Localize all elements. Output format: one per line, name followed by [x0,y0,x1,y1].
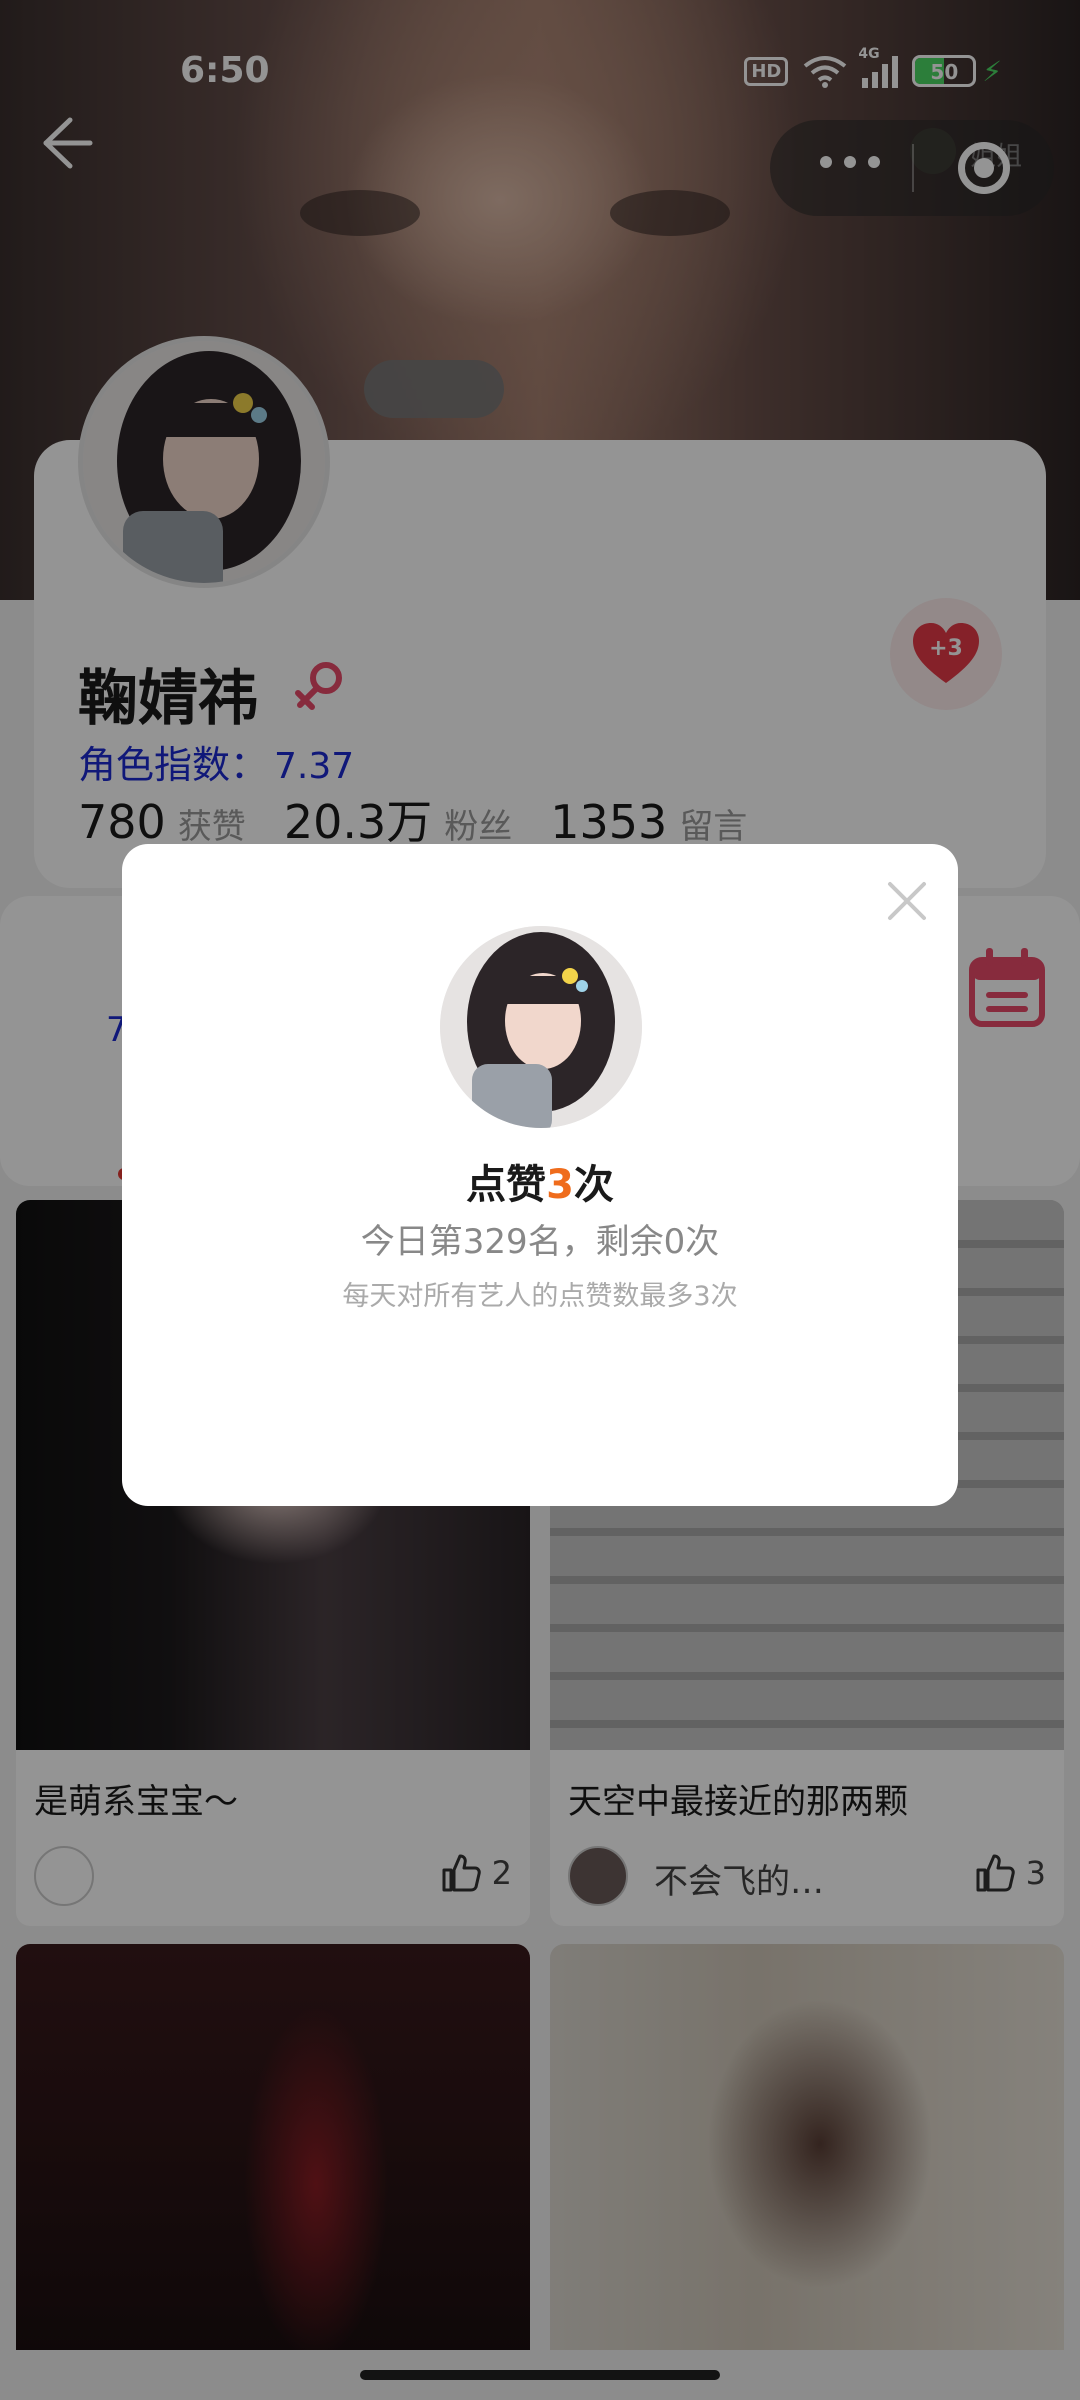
dialog-note: 每天对所有艺人的点赞数最多3次 [342,1281,738,1312]
like-result-dialog: 点赞3次 今日第329名，剩余0次 每天对所有艺人的点赞数最多3次 [122,844,958,1506]
dialog-title-suffix: 次 [573,1162,614,1208]
dialog-avatar [440,926,642,1128]
dialog-rank-text: 今日第329名，剩余0次 [360,1222,720,1262]
dialog-avatar-portrait [440,926,642,1128]
dialog-title-prefix: 点赞 [466,1162,547,1208]
dialog-like-count: 3 [546,1162,574,1208]
dialog-title: 点赞3次 [122,1152,958,1210]
close-icon[interactable] [882,876,932,926]
